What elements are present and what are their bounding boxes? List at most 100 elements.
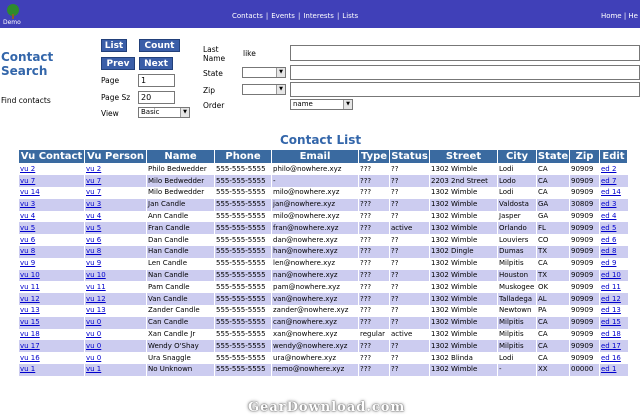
- vu-contact-link[interactable]: vu 2: [18, 163, 85, 176]
- edit-link[interactable]: ed 8: [599, 246, 628, 258]
- edit-link[interactable]: ed 7: [599, 175, 628, 188]
- nav-events[interactable]: Events: [271, 12, 295, 20]
- vu-person-link[interactable]: vu 9: [84, 257, 147, 270]
- column-header-state[interactable]: State: [536, 149, 570, 164]
- vu-contact-link[interactable]: vu 16: [18, 352, 85, 365]
- prev-button[interactable]: Prev: [101, 57, 135, 70]
- vu-person-link[interactable]: vu 11: [84, 281, 147, 294]
- nav-home[interactable]: Home: [601, 12, 622, 20]
- page-input[interactable]: 1: [138, 74, 175, 87]
- state-select[interactable]: ▼: [242, 67, 286, 78]
- edit-link[interactable]: ed 16: [599, 352, 628, 365]
- vu-contact-link[interactable]: vu 5: [18, 222, 85, 235]
- vu-contact-link[interactable]: vu 12: [18, 293, 85, 306]
- vu-contact-link[interactable]: vu 4: [18, 210, 85, 223]
- table-row: vu 2 vu 2 Philo Bedwedder 555-555-5555 philo…: [18, 163, 628, 176]
- column-header-type[interactable]: Type: [358, 149, 390, 164]
- cell-zip: 90909: [569, 305, 600, 317]
- list-button[interactable]: List: [101, 39, 127, 52]
- edit-link[interactable]: ed 2: [599, 163, 628, 176]
- edit-link[interactable]: ed 6: [599, 234, 628, 247]
- vu-person-link[interactable]: vu 0: [84, 352, 147, 365]
- vu-contact-link[interactable]: vu 18: [18, 328, 85, 341]
- nav-contacts[interactable]: Contacts: [232, 12, 263, 20]
- zip-select[interactable]: ▼: [242, 84, 286, 95]
- cell-email: ura@nowhere.xyz: [271, 352, 359, 365]
- edit-link[interactable]: ed 14: [599, 187, 628, 199]
- vu-contact-link[interactable]: vu 17: [18, 340, 85, 353]
- column-header-edit[interactable]: Edit: [599, 149, 628, 164]
- column-header-street[interactable]: Street: [429, 149, 498, 164]
- cell-status: ??: [389, 293, 430, 306]
- edit-link[interactable]: ed 10: [599, 269, 628, 282]
- column-header-status[interactable]: Status: [389, 149, 430, 164]
- order-select[interactable]: name ▼: [290, 99, 353, 110]
- cell-email: milo@nowhere.xyz: [271, 210, 359, 223]
- cell-phone: 555-555-5555: [214, 352, 272, 365]
- vu-person-link[interactable]: vu 4: [84, 210, 147, 223]
- vu-person-link[interactable]: vu 0: [84, 316, 147, 329]
- edit-link[interactable]: ed 4: [599, 210, 628, 223]
- edit-link[interactable]: ed 1: [599, 364, 628, 376]
- cell-zip: 90909: [569, 352, 600, 365]
- cell-status: ??: [389, 316, 430, 329]
- cell-state: AL: [536, 293, 570, 306]
- edit-link[interactable]: ed 11: [599, 281, 628, 294]
- vu-person-link[interactable]: vu 7: [84, 175, 147, 188]
- vu-person-link[interactable]: vu 3: [84, 198, 147, 211]
- count-button[interactable]: Count: [139, 39, 180, 52]
- vu-person-link[interactable]: vu 5: [84, 222, 147, 235]
- vu-person-link[interactable]: vu 0: [84, 328, 147, 341]
- vu-contact-link[interactable]: vu 8: [18, 246, 85, 258]
- edit-link[interactable]: ed 9: [599, 257, 628, 270]
- vu-contact-link[interactable]: vu 15: [18, 316, 85, 329]
- vu-person-link[interactable]: vu 8: [84, 246, 147, 258]
- edit-link[interactable]: ed 5: [599, 222, 628, 235]
- edit-link[interactable]: ed 3: [599, 198, 628, 211]
- vu-person-link[interactable]: vu 7: [84, 187, 147, 199]
- vu-person-link[interactable]: vu 12: [84, 293, 147, 306]
- nav-help[interactable]: He: [628, 12, 638, 20]
- next-button[interactable]: Next: [139, 57, 173, 70]
- column-header-phone[interactable]: Phone: [214, 149, 272, 164]
- vu-contact-link[interactable]: vu 7: [18, 175, 85, 188]
- vu-contact-link[interactable]: vu 10: [18, 269, 85, 282]
- column-header-vu-contact[interactable]: Vu Contact: [18, 149, 85, 164]
- vu-contact-link[interactable]: vu 14: [18, 187, 85, 199]
- zip-input[interactable]: [290, 82, 640, 97]
- vu-contact-link[interactable]: vu 11: [18, 281, 85, 294]
- vu-contact-link[interactable]: vu 1: [18, 364, 85, 376]
- nav-interests[interactable]: Interests: [303, 12, 334, 20]
- cell-city: Dumas: [497, 246, 537, 258]
- column-header-zip[interactable]: Zip: [569, 149, 600, 164]
- cell-email: -: [271, 175, 359, 188]
- vu-person-link[interactable]: vu 6: [84, 234, 147, 247]
- vu-person-link[interactable]: vu 13: [84, 305, 147, 317]
- column-header-name[interactable]: Name: [146, 149, 215, 164]
- cell-zip: 90909: [569, 257, 600, 270]
- nav-lists[interactable]: Lists: [342, 12, 358, 20]
- state-input[interactable]: [290, 65, 640, 80]
- vu-person-link[interactable]: vu 10: [84, 269, 147, 282]
- vu-person-link[interactable]: vu 0: [84, 340, 147, 353]
- vu-contact-link[interactable]: vu 9: [18, 257, 85, 270]
- vu-person-link[interactable]: vu 2: [84, 163, 147, 176]
- vu-contact-link[interactable]: vu 13: [18, 305, 85, 317]
- column-header-city[interactable]: City: [497, 149, 537, 164]
- column-header-email[interactable]: Email: [271, 149, 359, 164]
- edit-link[interactable]: ed 18: [599, 328, 628, 341]
- search-title: Contact Search: [1, 50, 54, 78]
- column-header-vu-person[interactable]: Vu Person: [84, 149, 147, 164]
- edit-link[interactable]: ed 13: [599, 305, 628, 317]
- vu-contact-link[interactable]: vu 3: [18, 198, 85, 211]
- edit-link[interactable]: ed 12: [599, 293, 628, 306]
- vu-contact-link[interactable]: vu 6: [18, 234, 85, 247]
- last-name-input[interactable]: [290, 45, 640, 61]
- page-size-input[interactable]: 20: [138, 91, 175, 104]
- cell-city: Lodi: [497, 187, 537, 199]
- vu-person-link[interactable]: vu 1: [84, 364, 147, 376]
- view-select[interactable]: Basic ▼: [138, 107, 190, 118]
- edit-link[interactable]: ed 17: [599, 340, 628, 353]
- edit-link[interactable]: ed 15: [599, 316, 628, 329]
- cell-street: 1302 Wimble: [429, 328, 498, 341]
